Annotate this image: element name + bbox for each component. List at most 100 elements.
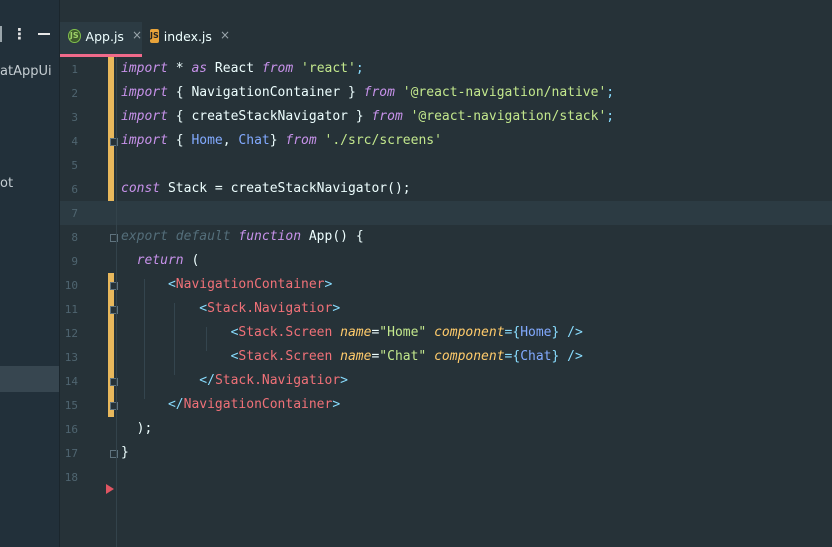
code-line-12: <Stack.Screen name="Home" component={Hom… — [121, 321, 583, 345]
keyword: export default — [121, 229, 231, 244]
code-line-16: ); — [121, 417, 153, 441]
project-sidebar: ⋮ atAppUi ot — [0, 0, 60, 547]
jsx-attribute: component — [434, 349, 505, 364]
code-text: { NavigationContainer } — [167, 85, 364, 100]
punctuation: ; — [606, 85, 615, 100]
string-literal: '@react-navigation/native' — [402, 85, 607, 100]
current-line-highlight — [60, 201, 832, 225]
keyword: function — [238, 229, 302, 244]
code-line-2: import { NavigationContainer } from '@re… — [121, 81, 614, 105]
code-line-10: <NavigationContainer> — [121, 273, 332, 297]
punctuation: </ — [167, 397, 184, 412]
line-number: 6 — [71, 183, 78, 196]
line-number: 4 — [71, 135, 78, 148]
keyword: from — [363, 85, 395, 100]
code-line-1: import * as React from 'react'; — [121, 57, 364, 81]
line-number: 10 — [64, 279, 78, 292]
string-literal: "Home" — [379, 325, 427, 340]
punctuation: > — [332, 301, 341, 316]
code-line-3: import { createStackNavigator } from '@r… — [121, 105, 614, 129]
tab-app-js[interactable]: JS App.js × — [60, 22, 142, 57]
punctuation: ={ — [504, 349, 521, 364]
code-line-4: import { Home, Chat} from './src/screens… — [121, 129, 442, 153]
js-file-icon: JS — [150, 29, 159, 43]
line-number: 2 — [71, 87, 78, 100]
line-number: 18 — [64, 471, 78, 484]
tab-label: index.js — [163, 29, 212, 44]
jsx-attribute: name — [340, 349, 372, 364]
project-root-label[interactable]: atAppUi — [0, 64, 52, 79]
code-text: * — [167, 61, 192, 76]
run-arrow-icon[interactable] — [106, 484, 114, 494]
close-icon[interactable]: × — [220, 28, 230, 42]
punctuation: ; — [606, 109, 615, 124]
vcs-modified-marker[interactable] — [108, 57, 114, 201]
code-line-14: </Stack.Navigatior> — [121, 369, 348, 393]
line-number: 7 — [71, 207, 78, 220]
close-icon[interactable]: × — [132, 28, 142, 42]
punctuation: > — [324, 277, 333, 292]
line-number: 15 — [64, 399, 78, 412]
code-line-6: const Stack = createStackNavigator(); — [121, 177, 411, 201]
selected-tree-item[interactable] — [0, 366, 59, 392]
code-editor[interactable]: 1 2 3 4 5 6 7 8 9 10 11 12 13 14 15 16 1… — [60, 57, 832, 547]
code-text: ); — [121, 421, 153, 436]
keyword: import — [121, 109, 168, 124]
jsx-tag: Stack.Navigatior — [207, 301, 333, 316]
punctuation: ={ — [504, 325, 521, 340]
code-text: React — [207, 61, 262, 76]
code-line-11: <Stack.Navigatior> — [121, 297, 340, 321]
tab-index-js[interactable]: JS index.js × — [150, 22, 230, 57]
code-line-9: return ( — [121, 249, 200, 273]
line-number: 9 — [71, 255, 78, 268]
keyword: as — [191, 61, 208, 76]
jsx-tag: NavigationContainer — [175, 277, 325, 292]
code-line-17: } — [121, 441, 129, 465]
nodejs-icon: JS — [68, 29, 81, 43]
string-literal: '@react-navigation/stack' — [410, 109, 607, 124]
string-literal: "Chat" — [379, 349, 427, 364]
jsx-tag: Stack.Navigatior — [214, 373, 341, 388]
gutter-divider — [116, 57, 117, 547]
code-text: } — [269, 133, 286, 148]
code-line-13: <Stack.Screen name="Chat" component={Cha… — [121, 345, 583, 369]
string-literal: 'react' — [301, 61, 356, 76]
keyword: import — [121, 133, 168, 148]
code-text: , — [222, 133, 239, 148]
vcs-modified-marker[interactable] — [108, 273, 114, 417]
editor-tab-bar: JS App.js × JS index.js × — [60, 0, 832, 57]
punctuation: > — [332, 397, 341, 412]
line-number: 1 — [71, 63, 78, 76]
code-text: { — [167, 133, 192, 148]
more-options-icon[interactable]: ⋮ — [12, 26, 27, 42]
line-number: 11 — [64, 303, 78, 316]
punctuation: < — [167, 277, 176, 292]
jsx-tag: Stack.Screen — [238, 325, 333, 340]
folder-label[interactable]: ot — [0, 176, 13, 191]
identifier: Chat — [238, 133, 270, 148]
code-text: Stack = createStackNavigator(); — [160, 181, 411, 196]
minimize-icon[interactable] — [38, 33, 50, 35]
line-number: 16 — [64, 423, 78, 436]
keyword: from — [261, 61, 294, 76]
line-number: 14 — [64, 375, 78, 388]
line-number: 8 — [71, 231, 78, 244]
string-literal: './src/screens' — [324, 133, 442, 148]
keyword: from — [371, 109, 403, 124]
sidebar-separator — [0, 26, 2, 42]
keyword: import — [121, 85, 168, 100]
code-text: } — [121, 445, 129, 460]
keyword: import — [121, 61, 168, 76]
